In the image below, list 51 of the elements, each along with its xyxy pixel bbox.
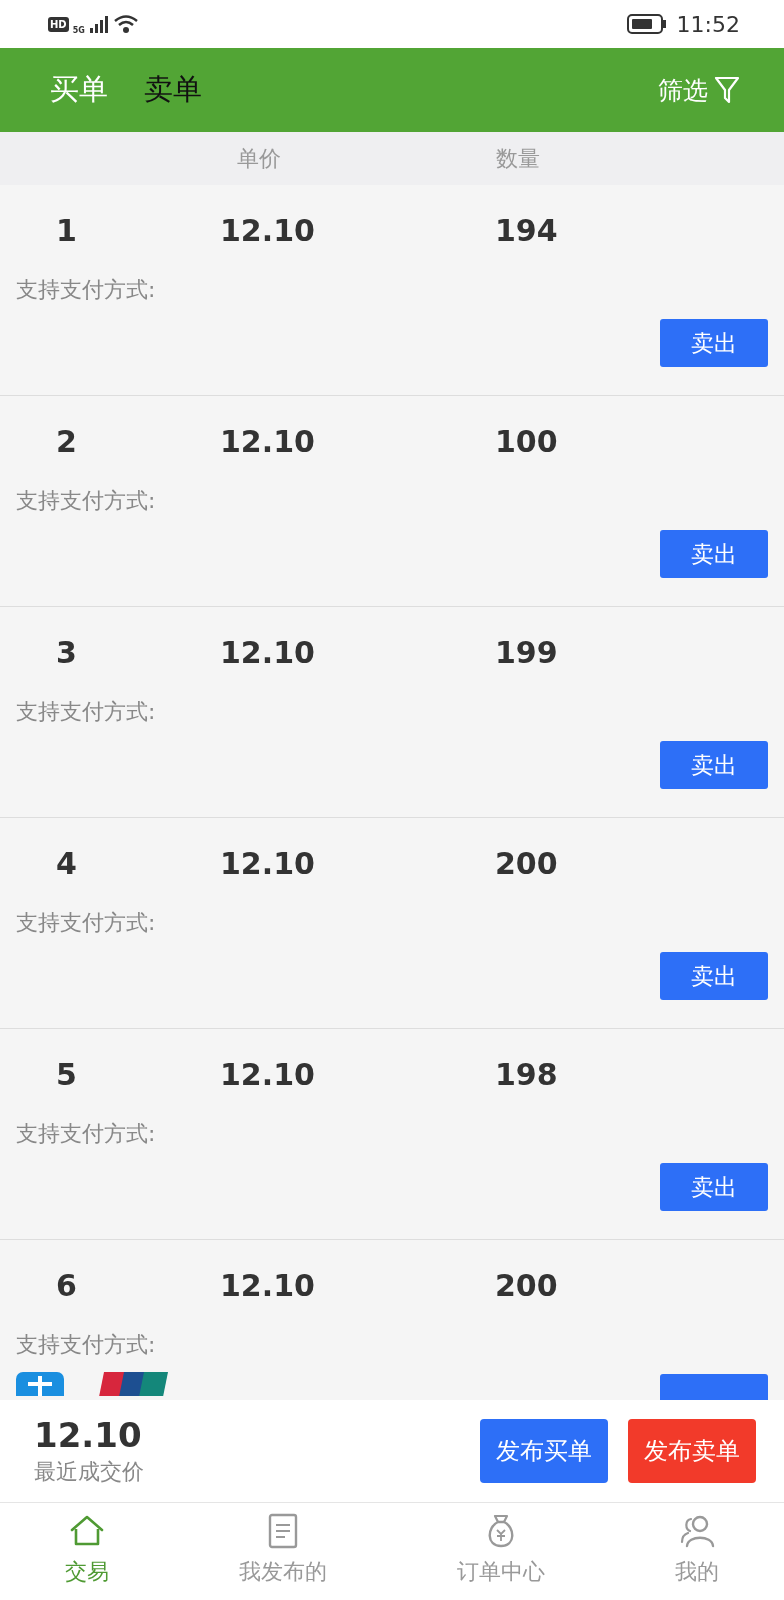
quantity-value: 200 bbox=[495, 845, 559, 881]
nav-tab[interactable]: 我发布的 bbox=[239, 1513, 327, 1587]
row-number: 3 bbox=[55, 634, 78, 670]
post-buy-order-button[interactable]: 发布买单 bbox=[480, 1419, 608, 1483]
order-type-tab[interactable]: 卖单 bbox=[138, 66, 208, 114]
row-number: 1 bbox=[55, 212, 78, 248]
payment-methods-label: 支持支付方式: bbox=[16, 909, 157, 937]
row-number: 5 bbox=[55, 1056, 78, 1092]
last-price-value: 12.10 bbox=[34, 1415, 143, 1455]
payment-methods-label: 支持支付方式: bbox=[16, 1331, 157, 1359]
filter-button[interactable]: 筛选 bbox=[658, 73, 740, 107]
price-value: 12.10 bbox=[220, 634, 316, 670]
quantity-value: 194 bbox=[495, 212, 559, 248]
quantity-value: 100 bbox=[495, 423, 559, 459]
filter-icon bbox=[714, 75, 740, 105]
price-value: 12.10 bbox=[220, 423, 316, 459]
order-type-tab[interactable]: 买单 bbox=[44, 66, 114, 114]
nav-tab[interactable]: 订单中心 bbox=[457, 1513, 545, 1587]
bank-card-icon bbox=[96, 1372, 170, 1396]
payment-methods-label: 支持支付方式: bbox=[16, 276, 157, 304]
sell-button[interactable]: 卖出 bbox=[660, 1163, 768, 1211]
last-price-label: 最近成交价 bbox=[34, 1458, 144, 1486]
price-value: 12.10 bbox=[220, 1056, 316, 1092]
row-number: 4 bbox=[55, 845, 78, 881]
clock-time: 11:52 bbox=[676, 11, 740, 37]
wifi-icon bbox=[112, 14, 139, 34]
quantity-value: 199 bbox=[495, 634, 559, 670]
quantity-value: 198 bbox=[495, 1056, 559, 1092]
hd-badge: HD bbox=[48, 16, 69, 32]
payment-methods-label: 支持支付方式: bbox=[16, 698, 157, 726]
price-value: 12.10 bbox=[220, 845, 316, 881]
battery-icon bbox=[626, 14, 667, 34]
column-header: 单价 bbox=[236, 144, 282, 173]
sell-button[interactable]: 卖出 bbox=[660, 319, 768, 367]
nav-tab[interactable]: 交易 bbox=[65, 1513, 109, 1587]
row-number: 2 bbox=[55, 423, 78, 459]
network-label: 5G bbox=[72, 25, 85, 35]
column-header: 数量 bbox=[495, 144, 541, 173]
sell-button[interactable]: 卖出 bbox=[660, 952, 768, 1000]
payment-methods-label: 支持支付方式: bbox=[16, 1120, 157, 1148]
row-number: 6 bbox=[55, 1267, 78, 1303]
payment-methods-label: 支持支付方式: bbox=[16, 487, 157, 515]
sell-button[interactable]: 卖出 bbox=[660, 530, 768, 578]
people-icon bbox=[679, 1513, 715, 1549]
post-sell-order-button[interactable]: 发布卖单 bbox=[628, 1419, 756, 1483]
nav-tab[interactable]: 我的 bbox=[675, 1513, 719, 1587]
signal-icon bbox=[88, 15, 109, 33]
price-value: 12.10 bbox=[220, 212, 316, 248]
quantity-value: 200 bbox=[495, 1267, 559, 1303]
sell-button[interactable]: 卖出 bbox=[660, 741, 768, 789]
price-value: 12.10 bbox=[220, 1267, 316, 1303]
